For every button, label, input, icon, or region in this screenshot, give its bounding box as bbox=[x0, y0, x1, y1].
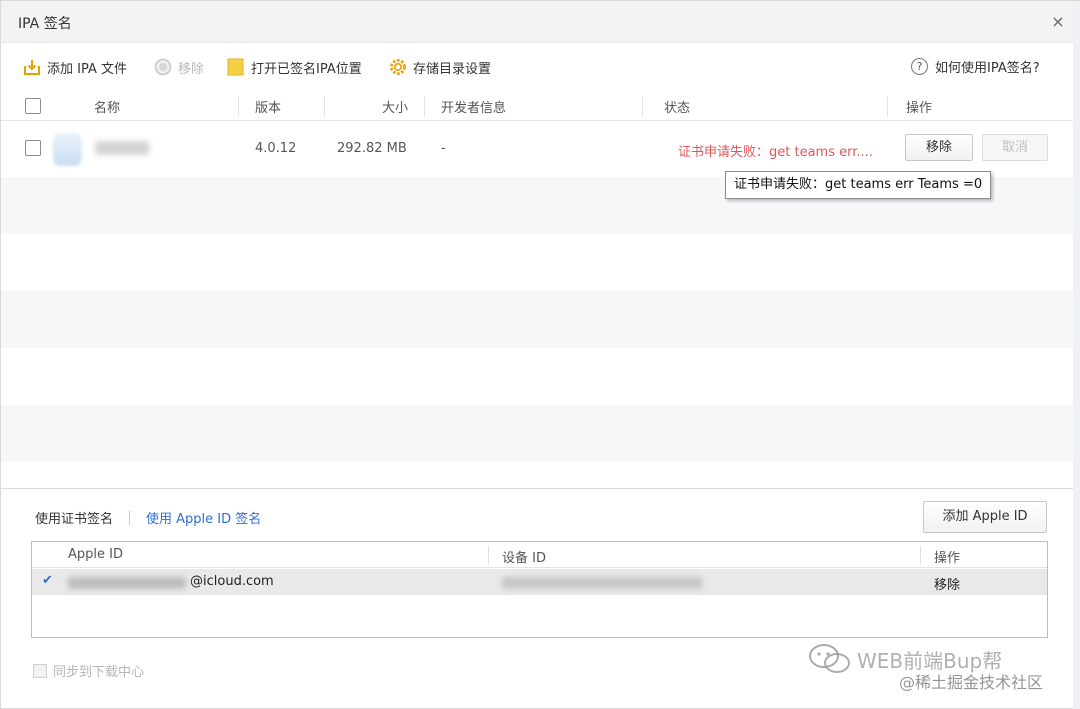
column-divider bbox=[642, 96, 643, 116]
help-label: 如何使用IPA签名? bbox=[935, 61, 1040, 76]
add-ipa-file-button[interactable]: 添加 IPA 文件 bbox=[23, 57, 127, 77]
help-link[interactable]: ? 如何使用IPA签名? bbox=[911, 57, 1040, 76]
remove-toolbar-label: 移除 bbox=[178, 61, 205, 77]
sync-label: 同步到下载中心 bbox=[53, 665, 145, 680]
column-action: 操作 bbox=[934, 551, 961, 566]
empty-row bbox=[1, 291, 1073, 348]
column-apple-id: Apple ID bbox=[68, 547, 123, 562]
remove-toolbar-button[interactable]: 移除 bbox=[154, 57, 204, 77]
watermark: WEB前端Bup帮 @稀土掘金技术社区 bbox=[801, 641, 1073, 701]
apple-id-remove-link[interactable]: 移除 bbox=[934, 574, 960, 593]
row-checkbox[interactable] bbox=[25, 140, 41, 156]
column-divider bbox=[920, 546, 921, 564]
row-version: 4.0.12 bbox=[255, 141, 297, 156]
column-divider bbox=[324, 96, 325, 116]
storage-settings-button[interactable]: 存储目录设置 bbox=[389, 57, 491, 77]
empty-row bbox=[1, 348, 1073, 405]
ipa-sign-dialog: IPA 签名 × 添加 IPA 文件 移除 打开已签名IPA位置 存储目录设置 … bbox=[0, 0, 1080, 709]
column-device-id: 设备 ID bbox=[502, 551, 546, 566]
column-developer: 开发者信息 bbox=[441, 101, 507, 116]
window-edge bbox=[1073, 1, 1080, 709]
row-size: 292.82 MB bbox=[337, 141, 407, 156]
close-button[interactable]: × bbox=[1049, 13, 1067, 31]
column-actions: 操作 bbox=[906, 101, 933, 116]
gear-icon bbox=[389, 58, 407, 76]
email-redacted bbox=[68, 577, 186, 589]
question-icon: ? bbox=[911, 58, 928, 75]
select-all-checkbox[interactable] bbox=[25, 98, 41, 114]
add-apple-id-button[interactable]: 添加 Apple ID bbox=[923, 501, 1047, 533]
empty-row bbox=[1, 405, 1073, 462]
folder-icon bbox=[227, 58, 245, 76]
column-size: 大小 bbox=[382, 101, 409, 116]
column-name: 名称 bbox=[94, 101, 121, 116]
column-divider bbox=[488, 546, 489, 564]
row-status-error[interactable]: 证书申请失败：get teams err.... bbox=[678, 141, 873, 160]
tab-certificate-sign[interactable]: 使用证书签名 bbox=[35, 508, 113, 527]
watermark-community: @稀土掘金技术社区 bbox=[899, 673, 1044, 692]
column-divider bbox=[424, 96, 425, 116]
section-divider bbox=[1, 488, 1073, 489]
remove-circle-icon bbox=[154, 58, 172, 76]
apple-id-table: Apple ID 设备 ID 操作 ✔ @icloud.com 移除 bbox=[31, 541, 1048, 638]
sync-download-center[interactable]: 同步到下载中心 bbox=[33, 661, 144, 680]
column-divider bbox=[887, 96, 888, 116]
signing-method-tabs: 使用证书签名 使用 Apple ID 签名 bbox=[35, 508, 261, 527]
title-bar: IPA 签名 × bbox=[1, 1, 1073, 43]
column-status: 状态 bbox=[664, 101, 691, 116]
selected-check-icon: ✔ bbox=[42, 573, 53, 588]
device-id-redacted bbox=[502, 577, 702, 589]
tab-appleid-sign[interactable]: 使用 Apple ID 签名 bbox=[146, 508, 261, 527]
apple-id-row[interactable]: ✔ @icloud.com 移除 bbox=[32, 569, 1047, 595]
column-divider bbox=[238, 96, 239, 116]
row-cancel-button[interactable]: 取消 bbox=[982, 134, 1048, 161]
open-signed-location-label: 打开已签名IPA位置 bbox=[251, 61, 362, 77]
app-name-redacted bbox=[95, 141, 149, 155]
apple-id-email-suffix: @icloud.com bbox=[190, 574, 274, 589]
open-signed-location-button[interactable]: 打开已签名IPA位置 bbox=[227, 57, 362, 77]
apple-id-table-header: Apple ID 设备 ID 操作 bbox=[32, 542, 1047, 568]
status-tooltip: 证书申请失败：get teams err Teams =0 bbox=[725, 171, 992, 199]
add-ipa-file-label: 添加 IPA 文件 bbox=[47, 61, 127, 77]
empty-row bbox=[1, 234, 1073, 291]
dialog-title: IPA 签名 bbox=[18, 16, 72, 32]
add-file-icon bbox=[23, 58, 41, 76]
wechat-icon bbox=[809, 644, 850, 673]
column-version: 版本 bbox=[255, 101, 282, 116]
tab-divider bbox=[129, 510, 131, 525]
app-icon bbox=[53, 133, 82, 166]
storage-settings-label: 存储目录设置 bbox=[413, 61, 492, 77]
row-developer: - bbox=[441, 141, 446, 156]
sync-checkbox[interactable] bbox=[33, 663, 47, 678]
file-table-header: 名称 版本 大小 开发者信息 状态 操作 bbox=[1, 91, 1073, 121]
row-remove-button[interactable]: 移除 bbox=[905, 134, 973, 161]
